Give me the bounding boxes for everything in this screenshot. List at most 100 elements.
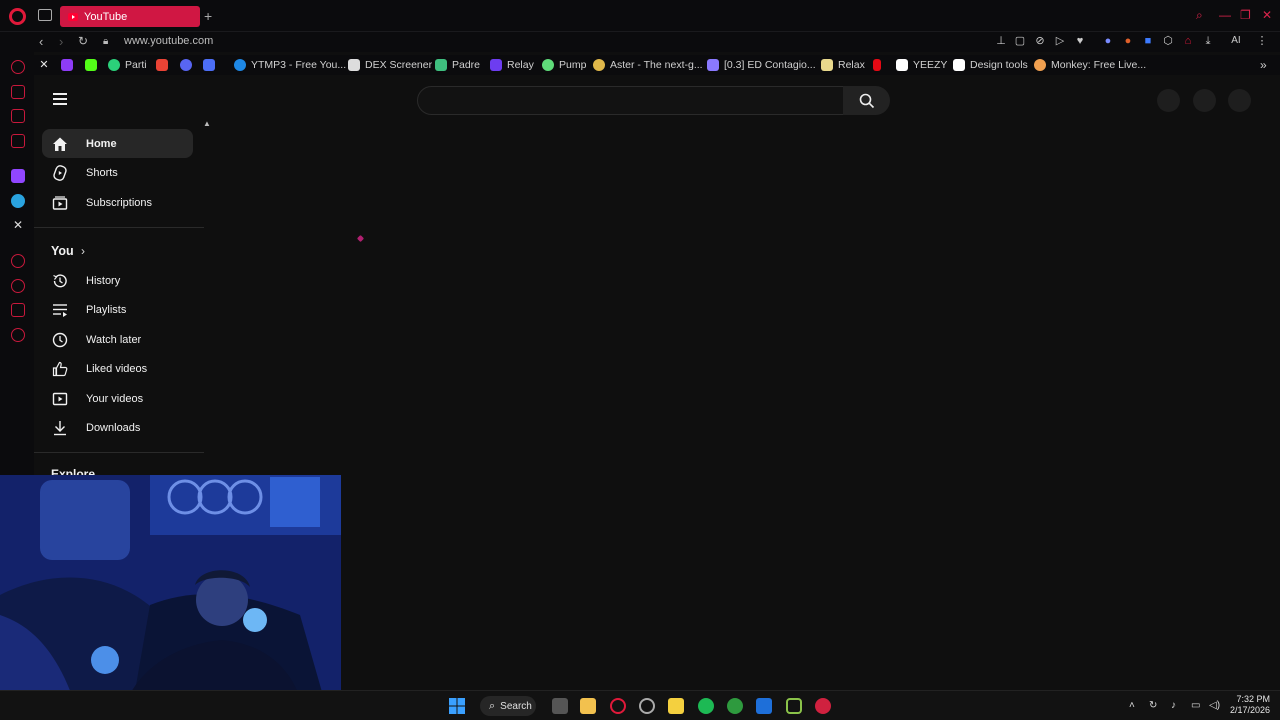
url-field[interactable]: www.youtube.com — [124, 35, 213, 47]
telegram-icon[interactable] — [11, 194, 25, 208]
bookmark-aster[interactable]: Aster - The next-g... — [593, 58, 703, 72]
more-bookmarks-icon[interactable]: » — [1260, 58, 1267, 72]
sidebar-item-liked-videos[interactable]: Liked videos — [42, 354, 193, 383]
avatar[interactable] — [1228, 89, 1251, 112]
forward-icon[interactable]: › — [59, 34, 63, 49]
bookmark-relay[interactable]: Relay — [490, 58, 534, 72]
tab-youtube[interactable]: YouTube — [60, 6, 200, 27]
player-icon[interactable] — [11, 254, 25, 268]
play-icon[interactable]: ▷ — [1054, 35, 1066, 47]
tray-overflow-icon[interactable]: ˄ — [1129, 700, 1135, 711]
sticky-notes-icon[interactable] — [668, 698, 684, 714]
bookmark-parti[interactable]: Parti — [108, 58, 147, 72]
sidebar-divider — [34, 452, 204, 453]
extensions-sidebar-icon[interactable] — [11, 303, 25, 317]
close-icon[interactable]: ✕ — [1262, 8, 1272, 22]
settings-icon[interactable] — [11, 328, 25, 342]
translate-icon[interactable]: ■ — [1142, 35, 1154, 47]
sidebar-item-playlists[interactable]: Playlists — [42, 295, 193, 324]
sidebar-item-your-videos[interactable]: Your videos — [42, 384, 193, 413]
x-sidebar-icon[interactable]: ✕ — [11, 218, 25, 232]
history-sidebar-icon[interactable] — [11, 279, 25, 293]
yeezy-icon — [896, 59, 908, 71]
crypto-wallet-icon[interactable] — [11, 109, 25, 123]
bookmark-gmail[interactable] — [156, 58, 168, 72]
back-icon[interactable]: ‹ — [39, 34, 43, 49]
bookmark-pump[interactable]: Pump — [542, 58, 586, 72]
file-explorer-icon[interactable] — [580, 698, 596, 714]
extension-purple-icon[interactable]: ● — [1102, 35, 1114, 47]
sidebar-item-subscriptions[interactable]: Subscriptions — [42, 188, 193, 217]
hamburger-menu-icon[interactable] — [53, 93, 67, 105]
maximize-icon[interactable]: ❐ — [1240, 8, 1251, 22]
you-section-heading[interactable]: You — [51, 244, 74, 258]
sidebar-item-downloads[interactable]: Downloads — [42, 413, 193, 442]
messenger-icon[interactable] — [11, 134, 25, 148]
opera-logo-icon[interactable] — [9, 8, 26, 25]
minimize-icon[interactable]: — — [1219, 8, 1231, 22]
search-input[interactable] — [417, 86, 844, 115]
search-tabs-icon[interactable]: ⌕ — [1196, 8, 1203, 23]
app-green-icon[interactable] — [786, 698, 802, 714]
bookmark-x[interactable]: ✕ — [38, 58, 50, 72]
bookmark-blue-app[interactable] — [203, 58, 215, 72]
bookmark-kick[interactable] — [85, 58, 97, 72]
xbox-icon[interactable] — [727, 698, 743, 714]
notifications-button[interactable] — [1193, 89, 1216, 112]
extension-fox-icon[interactable]: ● — [1122, 35, 1134, 47]
heart-icon[interactable]: ♥ — [1074, 35, 1086, 47]
twitch-icon[interactable] — [11, 169, 25, 183]
sync-icon[interactable]: ↻ — [1149, 700, 1157, 711]
spotify-icon[interactable] — [698, 698, 714, 714]
shorts-icon — [52, 164, 68, 181]
sidebar-item-history[interactable]: History — [42, 266, 193, 295]
bookmark-padre[interactable]: Padre — [435, 58, 480, 72]
bookmark-label: YTMP3 - Free You... — [251, 59, 347, 71]
bookmark-purple-app[interactable] — [61, 58, 73, 72]
create-button[interactable] — [1157, 89, 1180, 112]
bookmark-monkey[interactable]: Monkey: Free Live... — [1034, 58, 1146, 72]
bookmark-discord[interactable] — [180, 58, 192, 72]
tab-menu-icon[interactable] — [38, 9, 52, 21]
microphone-icon[interactable]: ♪ — [1171, 700, 1176, 711]
bookmark-label: Relay — [507, 59, 534, 71]
workspace-icon[interactable] — [11, 85, 25, 99]
sidebar-item-watch-later[interactable]: Watch later — [42, 325, 193, 354]
app-blue-icon[interactable] — [756, 698, 772, 714]
watch-later-icon — [52, 332, 68, 348]
bookmark-dex-screener[interactable]: DEX Screener — [348, 58, 432, 72]
app-red-icon[interactable] — [815, 698, 831, 714]
download-icon[interactable]: ⤓ — [1202, 35, 1214, 47]
shield-icon[interactable]: ⊘ — [1034, 35, 1046, 47]
sidebar-item-shorts[interactable]: Shorts — [42, 158, 193, 187]
opera-gx-taskbar-icon[interactable] — [639, 698, 655, 714]
taskbar-search-button[interactable]: ⌕ Search — [480, 696, 536, 716]
task-view-icon[interactable] — [552, 698, 568, 714]
reload-icon[interactable]: ↻ — [78, 34, 88, 48]
sidebar-item-home[interactable]: Home — [42, 129, 193, 158]
bookmark-ed-contagion[interactable]: [0.3] ED Contagio... — [707, 58, 816, 72]
chevron-right-icon[interactable]: › — [81, 244, 85, 258]
pin-icon[interactable]: ⊥ — [995, 35, 1007, 47]
taskbar-clock[interactable]: 7:32 PM 2/17/2026 — [1226, 694, 1270, 716]
display-icon[interactable]: ▭ — [1191, 700, 1200, 711]
bookmark-yeezy[interactable]: YEEZY — [896, 58, 947, 72]
windows-start-icon[interactable] — [449, 698, 465, 714]
relax-icon — [821, 59, 833, 71]
search-button[interactable] — [843, 86, 890, 115]
bookmark-relax[interactable]: Relax — [821, 58, 865, 72]
more-menu-icon[interactable]: ⋮ — [1256, 35, 1268, 47]
volume-icon[interactable]: ◁) — [1209, 700, 1220, 711]
snapshot-icon[interactable]: ▢ — [1014, 35, 1026, 47]
aria-icon[interactable] — [11, 60, 25, 74]
bookmark-label: DEX Screener — [365, 59, 433, 71]
extensions-icon[interactable]: ⬡ — [1162, 35, 1174, 47]
new-tab-icon[interactable]: + — [204, 8, 212, 24]
ai-button[interactable]: AI — [1224, 35, 1248, 47]
bookmark-ytmp3[interactable]: YTMP3 - Free You... — [234, 58, 346, 72]
opera-taskbar-icon[interactable] — [610, 698, 626, 714]
bookmark-netflix[interactable] — [873, 58, 881, 72]
wallet-icon[interactable]: ⌂ — [1182, 35, 1194, 47]
scroll-up-icon[interactable]: ▲ — [203, 119, 211, 128]
bookmark-design-tools[interactable]: Design tools — [953, 58, 1028, 72]
